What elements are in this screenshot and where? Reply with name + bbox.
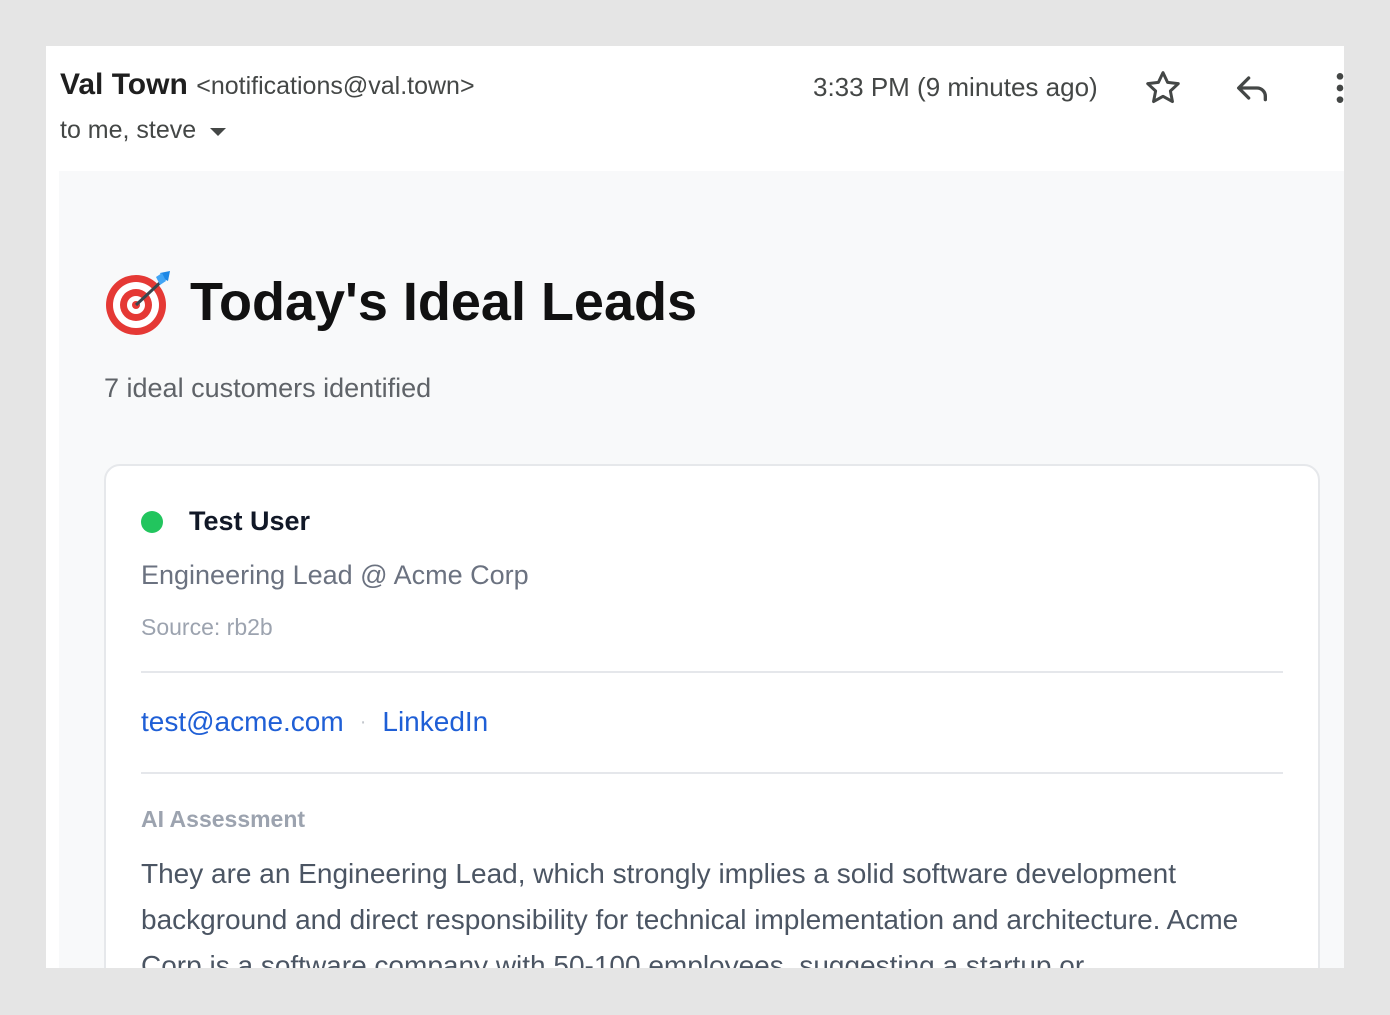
caret-down-icon[interactable]: [210, 127, 227, 136]
contact-links: test@acme.com · LinkedIn: [141, 706, 488, 738]
sender-email: <notifications@val.town>: [196, 72, 475, 100]
email-body: Today's Ideal Leads 7 ideal customers id…: [59, 171, 1344, 968]
lead-card: Test User Engineering Lead @ Acme Corp S…: [104, 464, 1320, 968]
page-title: Today's Ideal Leads: [190, 272, 698, 332]
sender-name[interactable]: Val Town: [60, 68, 188, 101]
email-window: Val Town <notifications@val.town> to me,…: [46, 46, 1344, 968]
target-emoji-icon: [106, 271, 170, 335]
link-separator: ·: [359, 710, 367, 733]
ai-assessment-label: AI Assessment: [141, 806, 306, 832]
more-options-button[interactable]: [1318, 66, 1344, 110]
reply-icon: [1237, 76, 1267, 102]
reply-button[interactable]: [1230, 66, 1274, 110]
sender-line: Val Town <notifications@val.town>: [60, 68, 475, 102]
lead-name: Test User: [189, 506, 311, 536]
recipients-text: to me, steve: [60, 116, 197, 144]
more-vert-icon: [1336, 73, 1344, 103]
divider: [141, 772, 1283, 774]
email-timestamp: 3:33 PM (9 minutes ago): [813, 72, 1098, 102]
lead-role: Engineering Lead @ Acme Corp: [141, 560, 529, 590]
title-row: Today's Ideal Leads: [104, 267, 697, 337]
star-button[interactable]: [1141, 66, 1185, 110]
linkedin-link[interactable]: LinkedIn: [382, 706, 488, 738]
divider: [141, 671, 1283, 673]
status-dot-icon: [141, 510, 163, 533]
ai-assessment-text: They are an Engineering Lead, which stro…: [141, 858, 1239, 968]
lead-name-row: Test User: [141, 506, 310, 537]
lead-email-link[interactable]: test@acme.com: [141, 706, 344, 738]
lead-source: Source: rb2b: [141, 614, 273, 640]
recipients-toggle[interactable]: to me, steve: [60, 116, 227, 145]
email-header: Val Town <notifications@val.town> to me,…: [46, 46, 1344, 171]
star-icon: [1146, 71, 1180, 104]
leads-count: 7 ideal customers identified: [104, 373, 432, 403]
